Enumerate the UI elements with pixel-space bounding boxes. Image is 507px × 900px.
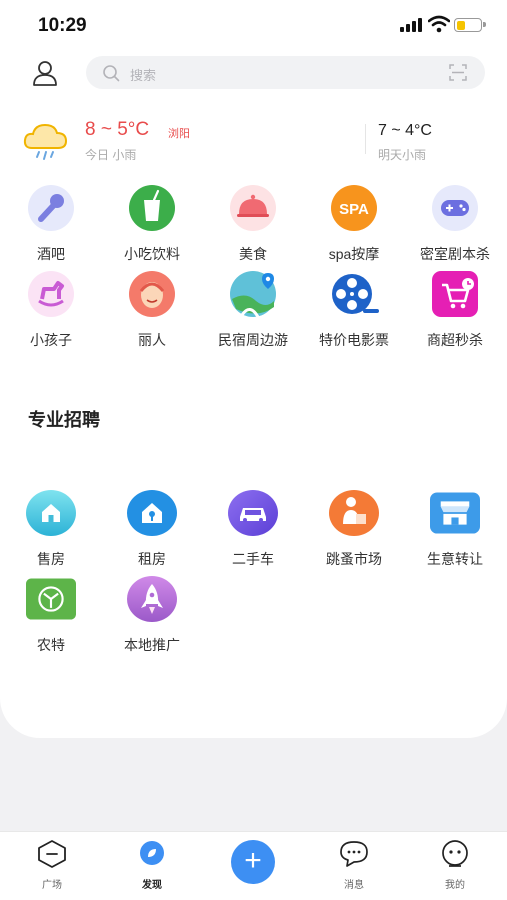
status-time: 10:29 [38, 15, 87, 36]
category-label: 酒吧 [37, 246, 65, 262]
search-bar[interactable]: 搜索 [86, 56, 485, 89]
category-label: 丽人 [138, 332, 166, 348]
rocket-icon [127, 576, 177, 622]
microphone-icon [28, 185, 74, 231]
profile-face-icon [442, 840, 468, 867]
service-label: 跳蚤市场 [326, 551, 382, 567]
service-flea-market[interactable]: 跳蚤市场 [304, 490, 404, 569]
cellular-signal-icon [400, 18, 422, 32]
tomorrow-weather-desc: 明天小雨 [378, 148, 427, 162]
beauty-face-icon [129, 271, 175, 317]
category-escape-room[interactable]: 密室剧本杀 [405, 185, 505, 264]
tab-square[interactable]: 广场 [22, 840, 82, 891]
tab-label: 发现 [142, 880, 162, 891]
weather-divider [365, 124, 366, 154]
category-label: 商超秒杀 [427, 332, 483, 348]
rocking-horse-icon [28, 271, 74, 317]
flea-market-icon [329, 490, 379, 536]
user-profile-icon[interactable] [32, 60, 58, 86]
shop-transfer-icon [430, 492, 480, 534]
service-local-promotion[interactable]: 本地推广 [102, 576, 202, 655]
category-label: 特价电影票 [319, 332, 389, 348]
today-temperature: 8 ~ 5°C [85, 119, 150, 140]
tomorrow-temperature: 7 ~ 4°C [378, 122, 432, 139]
travel-map-icon [230, 271, 276, 318]
film-reel-icon [332, 274, 379, 314]
category-snacks-drinks[interactable]: 小吃饮料 [102, 185, 202, 264]
publish-button[interactable]: + [231, 840, 275, 884]
service-house-sale[interactable]: 售房 [1, 490, 101, 569]
farm-produce-icon [26, 578, 76, 620]
hexagon-minus-icon [38, 840, 66, 868]
service-label: 生意转让 [427, 551, 483, 567]
service-label: 本地推广 [124, 637, 180, 653]
drink-cup-icon [129, 185, 175, 231]
service-house-rent[interactable]: 租房 [102, 490, 202, 569]
discover-icon [140, 841, 164, 865]
spa-badge-text: SPA [339, 201, 369, 218]
service-used-car[interactable]: 二手车 [203, 490, 303, 569]
spa-icon: SPA [331, 185, 377, 231]
section-title: 专业招聘 [28, 410, 100, 430]
category-label: 美食 [239, 246, 267, 262]
service-business-transfer[interactable]: 生意转让 [405, 490, 505, 569]
tab-mine[interactable]: 我的 [425, 840, 485, 891]
weather-city[interactable]: 浏阳 [168, 125, 190, 141]
service-label: 农特 [37, 637, 65, 653]
tab-label: 消息 [344, 880, 364, 891]
category-label: 小吃饮料 [124, 246, 180, 262]
category-beauty[interactable]: 丽人 [102, 271, 202, 350]
battery-icon [454, 18, 486, 32]
rain-cloud-icon [23, 123, 68, 160]
search-placeholder: 搜索 [130, 68, 157, 83]
service-label: 售房 [37, 551, 65, 567]
category-movie-tickets[interactable]: 特价电影票 [304, 271, 404, 350]
category-label: spa按摩 [328, 246, 380, 262]
service-farm-produce[interactable]: 农特 [1, 576, 101, 655]
shopping-cart-icon [432, 271, 478, 317]
tab-messages[interactable]: 消息 [324, 840, 384, 891]
gamepad-icon [432, 185, 478, 231]
service-label: 租房 [138, 551, 166, 567]
house-rent-icon [127, 490, 177, 536]
category-homestay-travel[interactable]: 民宿周边游 [203, 271, 303, 350]
today-weather-desc: 今日 小雨 [85, 148, 137, 162]
category-label: 密室剧本杀 [420, 246, 490, 262]
tab-label: 我的 [445, 880, 465, 891]
category-kids[interactable]: 小孩子 [1, 271, 101, 350]
service-label: 二手车 [232, 551, 274, 567]
category-flash-sale[interactable]: 商超秒杀 [405, 271, 505, 350]
food-cloche-icon [230, 185, 276, 231]
tab-label: 广场 [42, 880, 62, 891]
car-icon [228, 490, 278, 536]
plus-icon: + [244, 844, 262, 877]
category-label: 小孩子 [30, 332, 72, 348]
tab-discover[interactable]: 发现 [122, 840, 182, 891]
category-bar[interactable]: 酒吧 [1, 185, 101, 264]
category-spa-massage[interactable]: SPA spa按摩 [304, 185, 404, 264]
search-icon [103, 65, 120, 82]
message-bubble-icon [340, 841, 368, 867]
wifi-icon [428, 15, 450, 33]
category-food[interactable]: 美食 [203, 185, 303, 264]
house-sale-icon [26, 490, 76, 536]
status-bar: 10:29 [0, 0, 507, 50]
scan-icon[interactable] [449, 64, 467, 81]
bottom-tab-bar: 广场 发现 + 消息 我的 [0, 831, 507, 900]
category-label: 民宿周边游 [218, 332, 288, 348]
